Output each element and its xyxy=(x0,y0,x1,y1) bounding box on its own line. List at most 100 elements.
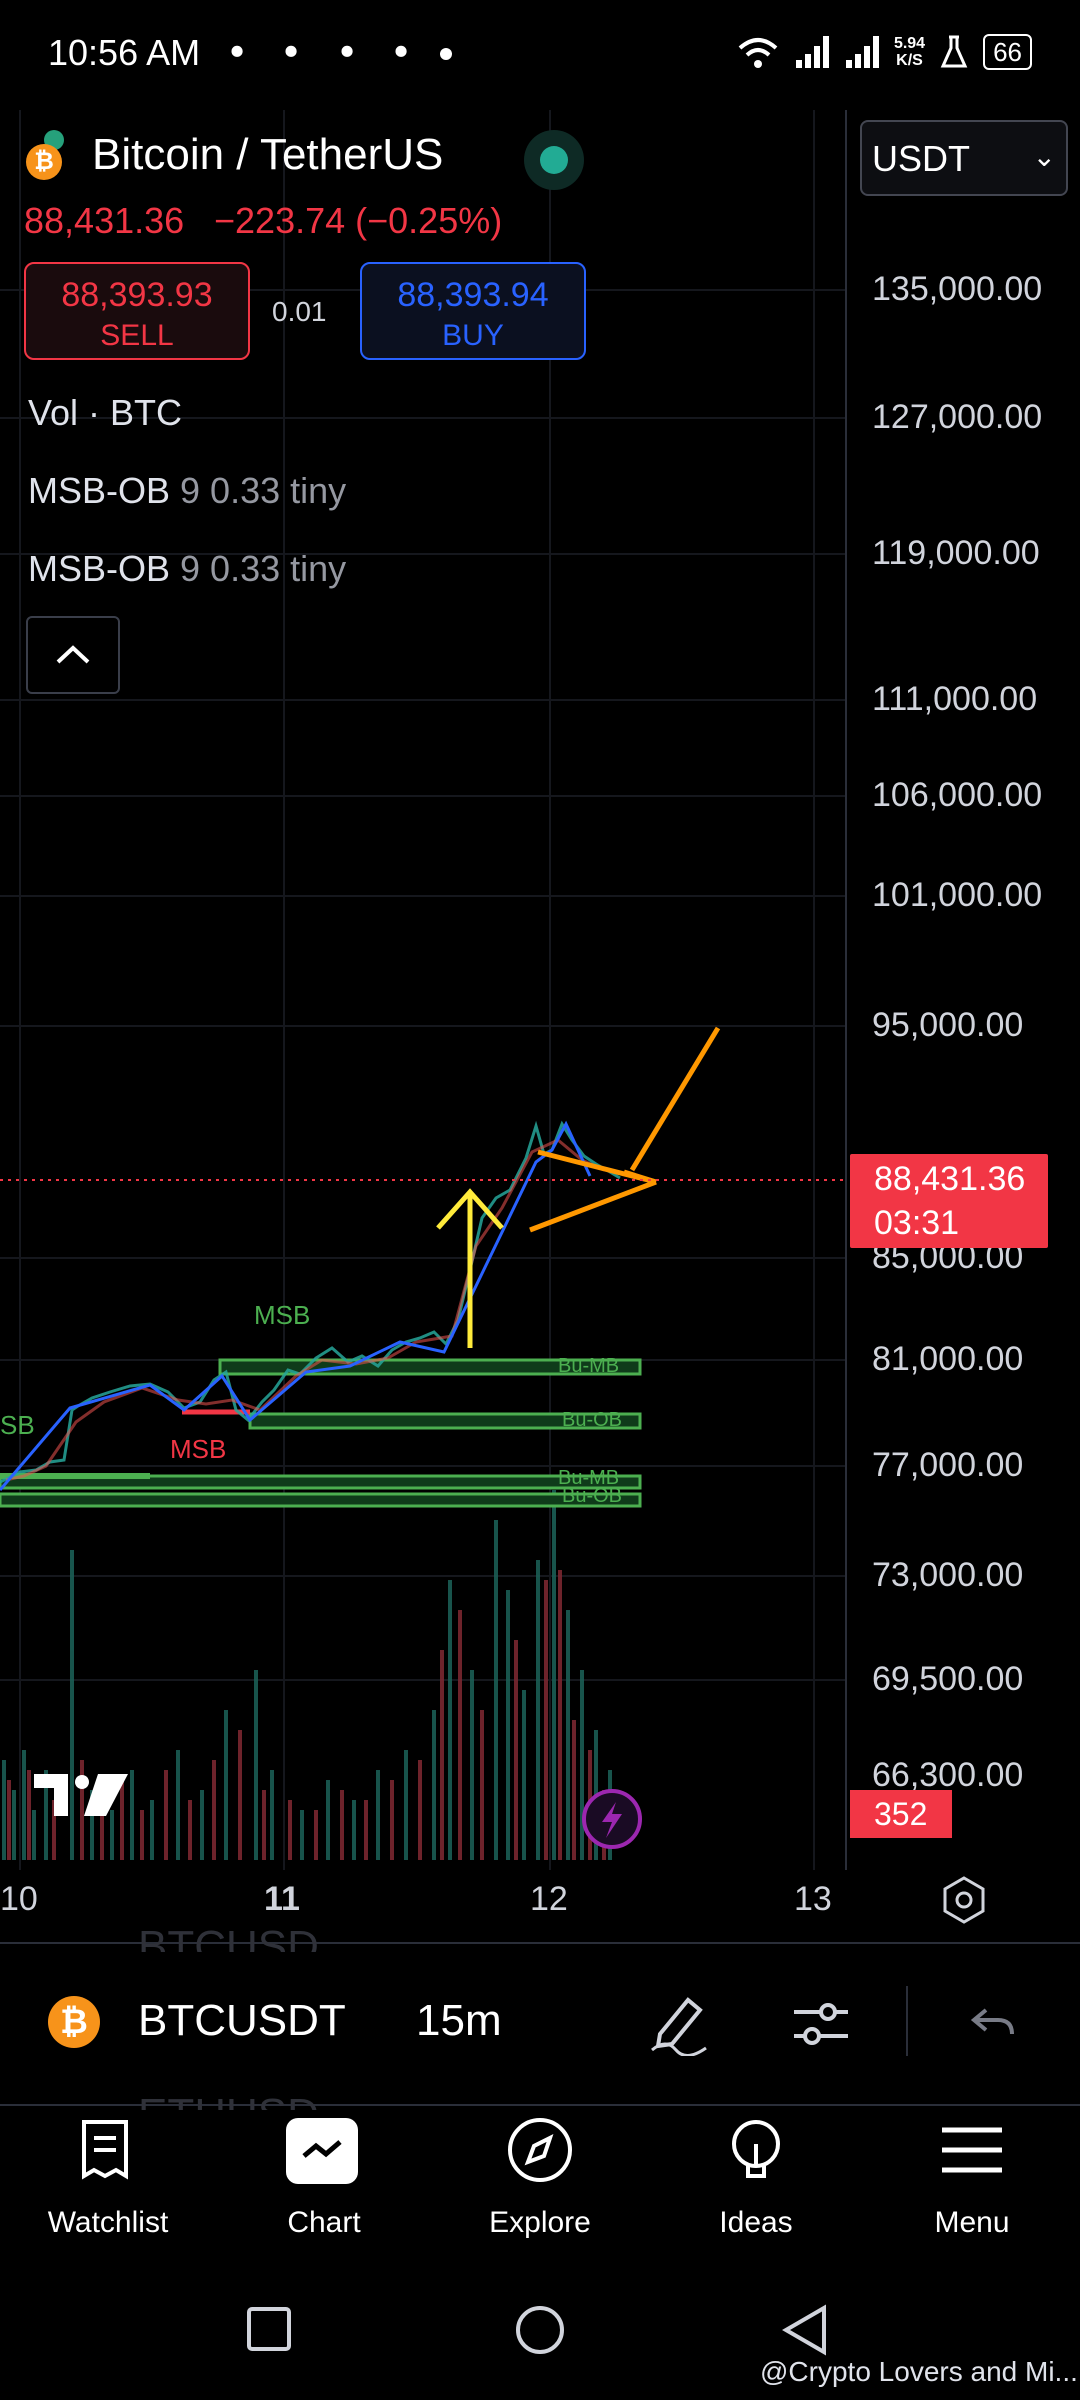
time-tick: 11 xyxy=(264,1880,300,1918)
up-arrow-drawing xyxy=(436,1188,504,1348)
volume-label: 352 xyxy=(850,1790,952,1838)
sell-label: SELL xyxy=(100,319,174,352)
indicators-sliders-icon[interactable] xyxy=(788,1990,854,2056)
current-price-value: 88,431.36 xyxy=(874,1160,1026,1198)
sell-price: 88,393.93 xyxy=(61,276,213,314)
net-speed-unit: K/S xyxy=(896,52,923,69)
nav-label: Chart xyxy=(287,2206,361,2239)
status-icons: 5.94 K/S 66 xyxy=(736,30,1032,74)
indicator-params: 9 0.33 tiny xyxy=(180,470,347,511)
bu-ob-label: Bu-OB xyxy=(562,1409,622,1431)
chart-settings-icon[interactable] xyxy=(938,1874,990,1926)
symbol-title[interactable]: Bitcoin / TetherUS xyxy=(92,130,443,180)
bitcoin-icon[interactable]: ₿ xyxy=(48,1996,100,2048)
interval-selector[interactable]: 15m xyxy=(416,1996,502,2046)
watermark: @Crypto Lovers and Mi... xyxy=(760,2356,1078,2387)
lightning-button[interactable] xyxy=(582,1789,642,1849)
bitcoin-icon: ₿ xyxy=(26,144,62,180)
toolbar-divider xyxy=(906,1986,908,2056)
indicator-msb-ob[interactable]: MSB-OB 9 0.33 tiny xyxy=(28,548,346,590)
msb-bull-label-left: SB xyxy=(0,1410,35,1440)
price-tick: 127,000.00 xyxy=(872,398,1043,436)
nav-label: Menu xyxy=(934,2206,1010,2239)
ghost-symbol-prev: BTCUSD xyxy=(138,1922,319,1952)
discord-icon: ⚫ xyxy=(226,39,248,66)
chevron-up-icon xyxy=(56,645,90,664)
current-price-label: 88,431.36 03:31 xyxy=(850,1154,1048,1248)
msb-bull-label: MSB xyxy=(254,1300,310,1330)
nav-label: Ideas xyxy=(719,2206,793,2239)
price-tick: 73,000.00 xyxy=(872,1556,1024,1594)
market-open-dot-icon xyxy=(540,146,568,174)
buy-price: 88,393.94 xyxy=(397,276,549,314)
price-tick: 119,000.00 xyxy=(872,534,1040,572)
status-bar: 10:56 AM ⚫ ⚫ ⚫ ⚫ 5.94 K/S 66 xyxy=(0,0,1080,110)
triangle-pattern-drawing xyxy=(529,1026,721,1233)
undo-icon[interactable] xyxy=(968,2000,1018,2044)
ghost-symbol-next: ETHUSD xyxy=(138,2090,319,2110)
status-time: 10:56 AM xyxy=(48,32,201,73)
draw-pencil-icon[interactable] xyxy=(646,1990,712,2056)
back-icon[interactable] xyxy=(780,2304,830,2356)
hamburger-menu-icon xyxy=(942,2127,1002,2173)
price-tick: 69,500.00 xyxy=(872,1660,1024,1698)
indicator-msb-ob[interactable]: MSB-OB 9 0.33 tiny xyxy=(28,470,346,512)
nav-explore[interactable]: Explore xyxy=(450,2118,630,2248)
nav-label: Watchlist xyxy=(47,2206,169,2239)
price-tick: 95,000.00 xyxy=(872,1006,1024,1044)
price-tick: 111,000.00 xyxy=(872,680,1038,718)
time-tick: 10 xyxy=(0,1880,38,1918)
indicator-name: Vol · BTC xyxy=(28,392,183,433)
indicator-name: MSB-OB xyxy=(28,548,171,589)
time-tick: 13 xyxy=(794,1880,832,1918)
price-tick: 77,000.00 xyxy=(872,1446,1024,1484)
wifi-icon xyxy=(738,38,778,68)
bu-mb-label: Bu-MB xyxy=(558,1355,619,1377)
spread-value: 0.01 xyxy=(272,296,327,327)
chevron-down-icon: ⌄ xyxy=(1032,141,1056,172)
volume-value: 352 xyxy=(874,1796,928,1832)
nav-label: Explore xyxy=(489,2206,591,2239)
discord-icon: ⚫ xyxy=(336,39,358,66)
currency-value: USDT xyxy=(872,138,970,179)
nav-menu[interactable]: Menu xyxy=(882,2118,1062,2248)
battery-indicator: 66 xyxy=(983,34,1032,70)
currency-select[interactable]: USDT ⌄ xyxy=(860,120,1068,196)
net-speed-value: 5.94 xyxy=(893,35,926,52)
nav-chart[interactable]: Chart xyxy=(234,2118,414,2248)
sell-button[interactable]: 88,393.93 SELL xyxy=(24,262,250,360)
net-speed: 5.94 K/S xyxy=(894,35,925,69)
discord-icon: ⚫ xyxy=(280,39,302,66)
indicator-params: 9 0.33 tiny xyxy=(180,548,347,589)
price-tick: 135,000.00 xyxy=(872,270,1043,308)
buy-button[interactable]: 88,393.94 BUY xyxy=(360,262,586,360)
recent-apps-icon[interactable] xyxy=(246,2306,292,2352)
price-tick: 101,000.00 xyxy=(872,876,1043,914)
compass-icon xyxy=(508,2118,572,2182)
nav-watchlist[interactable]: Watchlist xyxy=(18,2118,198,2248)
last-price: 88,431.36 xyxy=(24,200,185,241)
price-change: −223.74 (−0.25%) xyxy=(214,200,503,241)
price-chart[interactable]: MSB SB MSB Bu-MB Bu-OB Bu-MB Bu-OB xyxy=(0,110,1080,1870)
discord-icon: ⚫ xyxy=(390,39,412,66)
flask-icon xyxy=(940,35,968,68)
order-blocks xyxy=(0,1358,642,1508)
watchlist-icon xyxy=(82,2120,128,2180)
indicator-name: MSB-OB xyxy=(28,470,171,511)
nav-ideas[interactable]: Ideas xyxy=(666,2118,846,2248)
indicator-volume[interactable]: Vol · BTC xyxy=(28,392,182,434)
symbol-selector[interactable]: BTCUSDT xyxy=(138,1996,346,2046)
chart-icon xyxy=(286,2118,358,2184)
more-notifications-icon xyxy=(440,48,452,60)
msb-bear-label: MSB xyxy=(170,1434,226,1464)
signal-icon xyxy=(845,36,879,68)
bar-countdown: 03:31 xyxy=(874,1204,960,1242)
price-tick: 106,000.00 xyxy=(872,776,1043,814)
signal-icon xyxy=(795,36,829,68)
home-icon[interactable] xyxy=(514,2304,566,2356)
price-tick: 81,000.00 xyxy=(872,1340,1024,1378)
lightbulb-icon xyxy=(732,2120,780,2178)
bu-ob-label: Bu-OB xyxy=(562,1485,622,1507)
buy-label: BUY xyxy=(442,319,504,352)
collapse-indicators-button[interactable] xyxy=(26,616,120,694)
